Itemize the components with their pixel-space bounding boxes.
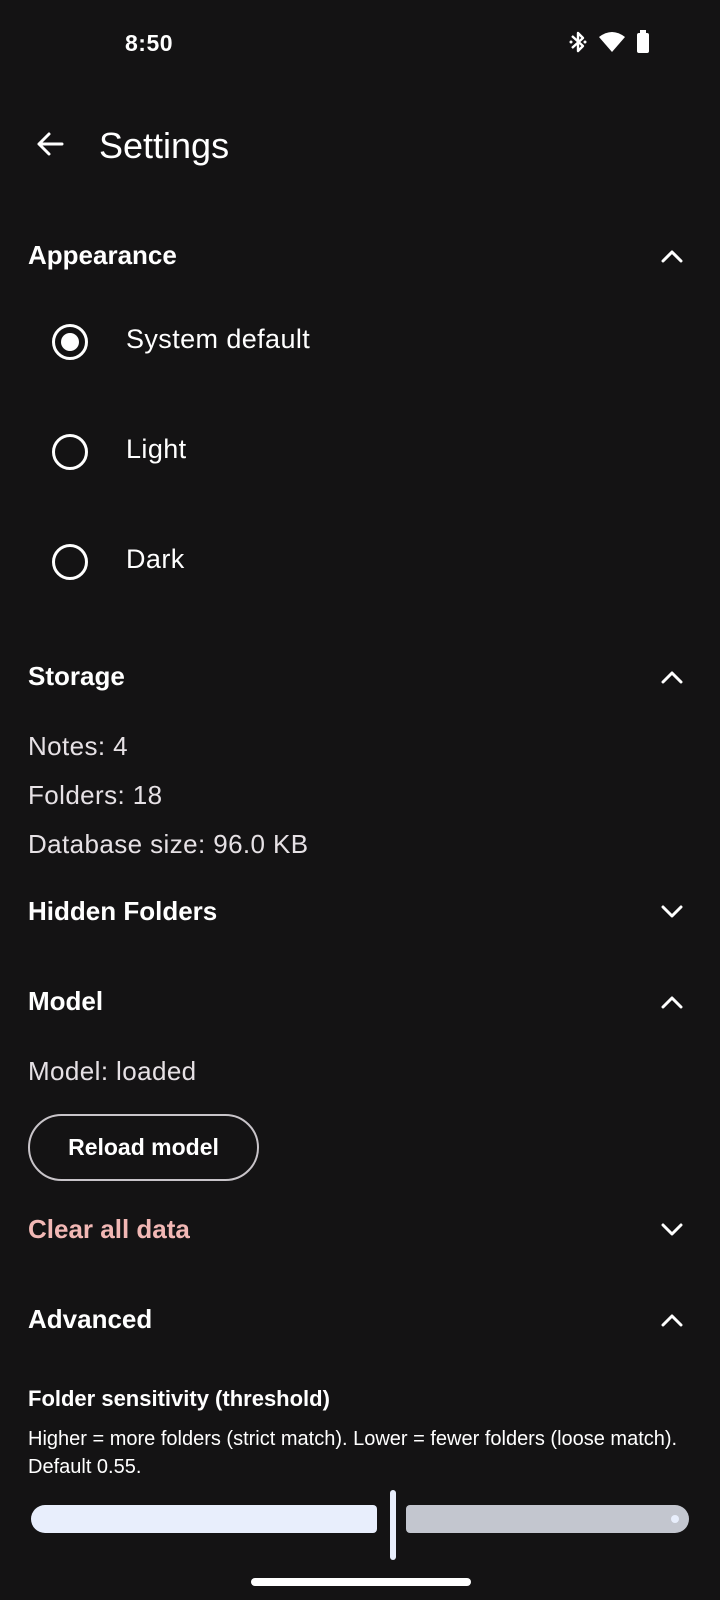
model-status: Model: loaded — [28, 1056, 197, 1086]
threshold-label: Folder sensitivity (threshold) — [28, 1386, 330, 1411]
status-icons — [568, 30, 650, 54]
status-bar: 8:50 — [0, 0, 720, 90]
chevron-down-icon — [658, 1216, 686, 1244]
storage-notes-count: Notes: 4 — [28, 731, 129, 761]
radio-label: Light — [126, 434, 187, 464]
section-title-advanced: Advanced — [28, 1304, 153, 1334]
radio-button[interactable] — [52, 434, 88, 470]
gesture-home-indicator[interactable] — [251, 1578, 471, 1586]
chevron-up-icon — [658, 242, 686, 270]
chevron-up-icon — [658, 663, 686, 691]
section-title-clear-all-data: Clear all data — [28, 1214, 190, 1244]
threshold-slider[interactable] — [31, 1490, 689, 1560]
radio-button[interactable] — [52, 544, 88, 580]
section-header-hidden-folders[interactable]: Hidden Folders — [0, 882, 720, 942]
section-title-hidden-folders: Hidden Folders — [28, 896, 218, 926]
slider-active-track — [31, 1505, 377, 1533]
slider-inactive-track — [406, 1505, 689, 1533]
section-header-model[interactable]: Model — [0, 972, 720, 1032]
radio-option-light[interactable]: Light — [0, 397, 720, 507]
slider-stop-indicator — [671, 1515, 679, 1523]
top-app-bar: Settings — [0, 110, 720, 182]
section-header-storage[interactable]: Storage — [0, 647, 720, 707]
reload-model-button[interactable]: Reload model — [28, 1114, 259, 1181]
back-button[interactable] — [26, 122, 74, 170]
chevron-up-icon — [658, 1306, 686, 1334]
section-title-model: Model — [28, 986, 104, 1016]
battery-icon — [636, 30, 650, 54]
radio-button-checked[interactable] — [52, 324, 88, 360]
section-header-advanced[interactable]: Advanced — [0, 1290, 720, 1350]
storage-database-size: Database size: 96.0 KB — [28, 829, 309, 859]
chevron-up-icon — [658, 988, 686, 1016]
page-title: Settings — [99, 125, 230, 166]
section-title-appearance: Appearance — [28, 240, 177, 270]
wifi-icon — [598, 31, 626, 53]
slider-thumb[interactable] — [390, 1490, 396, 1560]
radio-label: Dark — [126, 544, 185, 574]
section-title-storage: Storage — [28, 661, 125, 691]
threshold-description: Higher = more folders (strict match). Lo… — [28, 1428, 678, 1478]
section-header-clear-all-data[interactable]: Clear all data — [0, 1200, 720, 1260]
storage-folders-count: Folders: 18 — [28, 780, 163, 810]
radio-option-system-default[interactable]: System default — [0, 287, 720, 397]
arrow-left-icon — [35, 129, 65, 164]
status-time: 8:50 — [125, 30, 174, 56]
radio-label: System default — [126, 324, 311, 354]
chevron-down-icon — [658, 898, 686, 926]
bluetooth-icon — [568, 30, 588, 54]
radio-option-dark[interactable]: Dark — [0, 507, 720, 617]
section-header-appearance[interactable]: Appearance — [0, 226, 720, 286]
